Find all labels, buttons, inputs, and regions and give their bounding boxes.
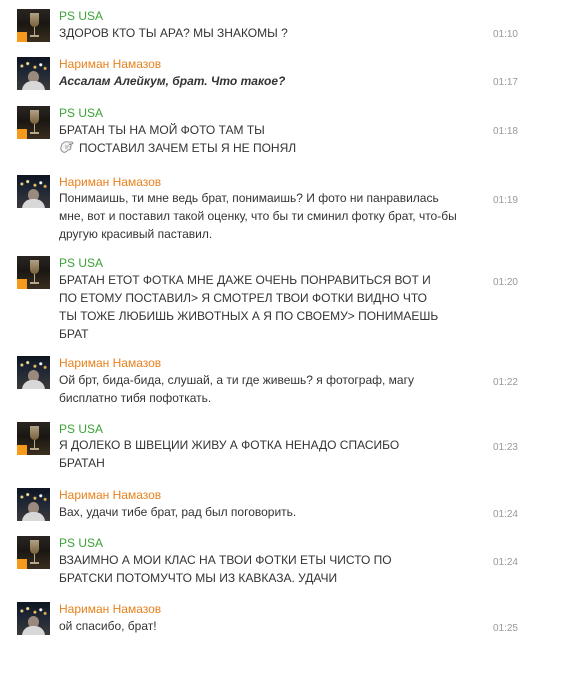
message-line: БРАТСКИ ПОТОМУЧТО МЫ ИЗ КАВКАЗА. УДАЧИ xyxy=(59,571,338,585)
message-line: БРАТАН xyxy=(59,456,105,470)
message-line: Вах, удачи тибе брат, рад был поговорить… xyxy=(59,505,297,519)
avatar-photo-base xyxy=(30,562,39,564)
message-line: ой спасибо, брат! xyxy=(59,619,157,633)
message-text: БРАТАН ТЫ НА МОЙ ФОТО ТАМ ТЫ ПОСТАВИЛ ЗАЧ… xyxy=(59,121,469,157)
author-name[interactable]: PS USA xyxy=(59,421,103,437)
status-badge xyxy=(17,129,27,139)
status-badge xyxy=(17,32,27,42)
avatar-ps-usa[interactable] xyxy=(17,256,50,289)
message-line: ВЗАИМНО А МОИ КЛАС НА ТВОИ ФОТКИ ЕТЫ ЧИС… xyxy=(59,553,392,567)
message-text: Ой брт, бида-бида, слушай, а ти где живе… xyxy=(59,371,469,407)
message-timestamp: 01:10 xyxy=(492,29,518,40)
author-name[interactable]: PS USA xyxy=(59,8,103,24)
author-name[interactable]: PS USA xyxy=(59,535,103,551)
avatar-ps-usa[interactable] xyxy=(17,106,50,139)
message-line: БРАТ xyxy=(59,327,89,341)
message-line: Я ДОЛЕКО В ШВЕЦИИ ЖИВУ А ФОТКА НЕНАДО СП… xyxy=(59,438,400,452)
avatar-photo-glass xyxy=(30,540,39,554)
avatar-photo-base xyxy=(30,132,39,134)
message-timestamp: 01:19 xyxy=(492,195,518,206)
avatar-photo-glass xyxy=(30,426,39,440)
message-timestamp: 01:24 xyxy=(492,557,518,568)
message-text: Я ДОЛЕКО В ШВЕЦИИ ЖИВУ А ФОТКА НЕНАДО СП… xyxy=(59,436,469,472)
message-timestamp: 01:23 xyxy=(492,442,518,453)
message-timestamp: 01:18 xyxy=(492,126,518,137)
avatar-photo-glass xyxy=(30,13,39,27)
avatar-nariman[interactable] xyxy=(17,175,50,208)
avatar-photo-glass xyxy=(30,260,39,274)
message-line: ТЫ ТОЖЕ ЛЮБИШЬ ЖИВОТНЫХ А Я ПО СВОЕМУ> П… xyxy=(59,309,439,323)
message-line: БРАТАН ТЫ НА МОЙ ФОТО ТАМ ТЫ xyxy=(59,123,265,137)
message-line: Понимаишь, ти мне ведь брат, понимаишь? … xyxy=(59,191,439,205)
message-text: Ассалам Алейкум, брат. Что такое? xyxy=(59,72,469,90)
message-line: Ой брт, бида-бида, слушай, а ти где живе… xyxy=(59,373,414,387)
avatar-photo-shoulders xyxy=(22,81,45,90)
status-badge xyxy=(17,279,27,289)
message-timestamp: 01:17 xyxy=(492,77,518,88)
avatar-photo-glass xyxy=(30,110,39,124)
avatar-ps-usa[interactable] xyxy=(17,422,50,455)
message-text: ой спасибо, брат! xyxy=(59,617,469,635)
author-name[interactable]: Нариман Намазов xyxy=(59,601,161,617)
message-text: ЗДОРОВ КТО ТЫ АРА? МЫ ЗНАКОМЫ ? xyxy=(59,24,469,42)
status-badge xyxy=(17,559,27,569)
avatar-ps-usa[interactable] xyxy=(17,9,50,42)
message-line: другую красивый паставил. xyxy=(59,227,213,241)
avatar-nariman[interactable] xyxy=(17,602,50,635)
message-text: ВЗАИМНО А МОИ КЛАС НА ТВОИ ФОТКИ ЕТЫ ЧИС… xyxy=(59,551,469,587)
avatar-photo-base xyxy=(30,35,39,37)
avatar-photo-shoulders xyxy=(22,380,45,389)
message-line: бисплатно тибя пофоткать. xyxy=(59,391,212,405)
avatar-ps-usa[interactable] xyxy=(17,536,50,569)
author-name[interactable]: Нариман Намазов xyxy=(59,174,161,190)
avatar-photo-base xyxy=(30,448,39,450)
message-line: ЗДОРОВ КТО ТЫ АРА? МЫ ЗНАКОМЫ ? xyxy=(59,26,288,40)
message-line: ПО ЕТОМУ ПОСТАВИЛ> Я СМОТРЕЛ ТВОИ ФОТКИ … xyxy=(59,291,427,305)
author-name[interactable]: Нариман Намазов xyxy=(59,355,161,371)
message-timestamp: 01:24 xyxy=(492,509,518,520)
author-name[interactable]: Нариман Намазов xyxy=(59,56,161,72)
message-line: мне, вот и поставил такой оценку, что бы… xyxy=(59,209,457,223)
thinking-hand-icon xyxy=(60,141,74,153)
avatar-nariman[interactable] xyxy=(17,488,50,521)
avatar-nariman[interactable] xyxy=(17,356,50,389)
message-line: БРАТАН ЕТОТ ФОТКА МНЕ ДАЖЕ ОЧЕНЬ ПОНРАВИ… xyxy=(59,273,431,287)
status-badge xyxy=(17,445,27,455)
message-text: Вах, удачи тибе брат, рад был поговорить… xyxy=(59,503,469,521)
message-line: ПОСТАВИЛ ЗАЧЕМ ЕТЫ Я НЕ ПОНЯЛ xyxy=(59,139,469,157)
author-name[interactable]: Нариман Намазов xyxy=(59,487,161,503)
avatar-photo-shoulders xyxy=(22,512,45,521)
avatar-photo-shoulders xyxy=(22,626,45,635)
message-timestamp: 01:25 xyxy=(492,623,518,634)
message-timestamp: 01:20 xyxy=(492,277,518,288)
message-timestamp: 01:22 xyxy=(492,377,518,388)
message-line: Ассалам Алейкум, брат. Что такое? xyxy=(59,74,286,88)
message-text: БРАТАН ЕТОТ ФОТКА МНЕ ДАЖЕ ОЧЕНЬ ПОНРАВИ… xyxy=(59,271,469,343)
message-text: Понимаишь, ти мне ведь брат, понимаишь? … xyxy=(59,189,469,243)
author-name[interactable]: PS USA xyxy=(59,105,103,121)
message-line-text: ПОСТАВИЛ ЗАЧЕМ ЕТЫ Я НЕ ПОНЯЛ xyxy=(79,141,297,155)
author-name[interactable]: PS USA xyxy=(59,255,103,271)
avatar-photo-shoulders xyxy=(22,199,45,208)
avatar-nariman[interactable] xyxy=(17,57,50,90)
avatar-photo-base xyxy=(30,282,39,284)
